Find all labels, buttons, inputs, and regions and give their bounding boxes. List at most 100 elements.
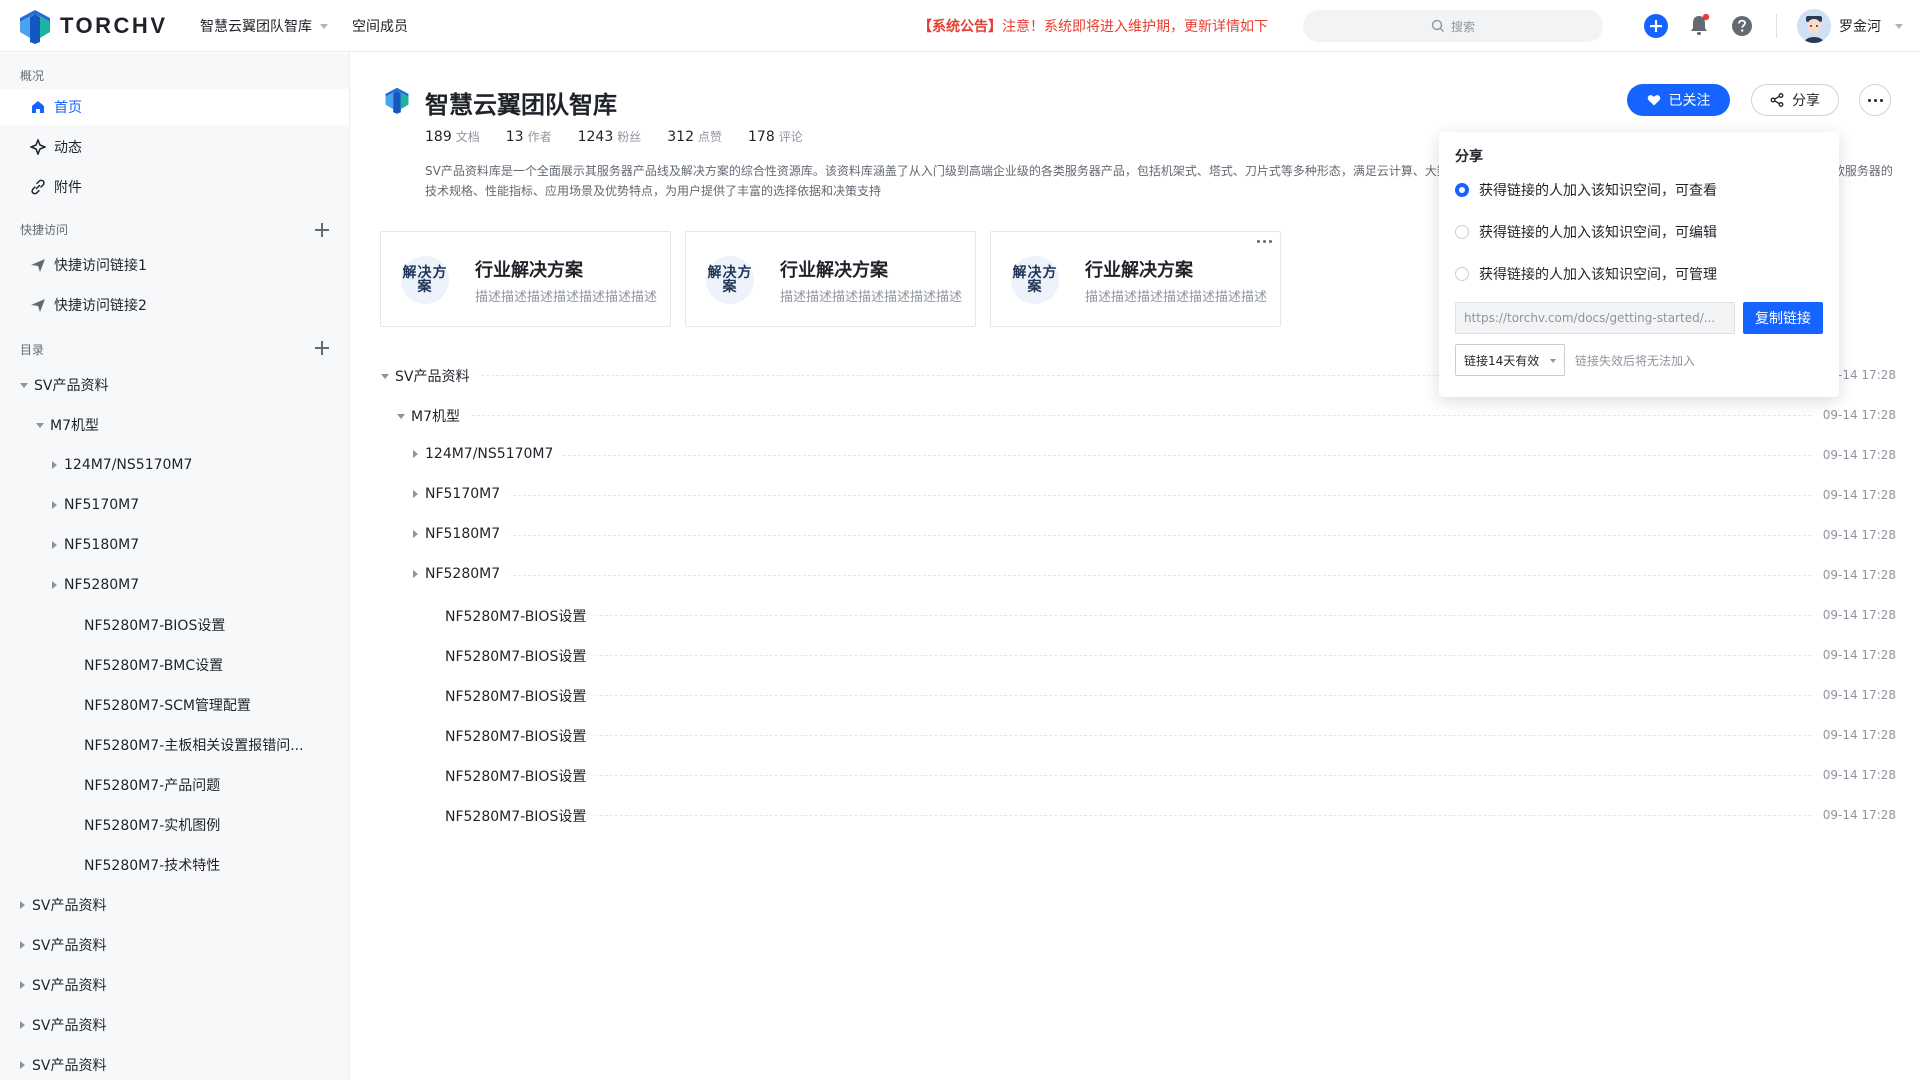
tree-item[interactable]: NF5280M7-BMC设置 — [84, 650, 223, 680]
caret-right-icon[interactable] — [20, 1021, 25, 1029]
sidebar-item-attachments[interactable]: 附件 — [0, 169, 349, 205]
space-members-link[interactable]: 空间成员 — [352, 0, 408, 52]
quick-link-item[interactable]: 快捷访问链接2 — [0, 287, 349, 323]
add-icon[interactable] — [1643, 13, 1669, 39]
search-input[interactable]: 搜索 — [1303, 10, 1603, 42]
copy-link-button[interactable]: 复制链接 — [1743, 302, 1823, 334]
row-divider — [445, 615, 1896, 616]
help-icon[interactable] — [1729, 13, 1755, 39]
solution-card[interactable]: 解决方案 行业解决方案 描述描述描述描述描述描述描述 — [380, 231, 671, 327]
radio-unchecked-icon[interactable] — [1455, 225, 1469, 239]
caret-right-icon[interactable] — [20, 941, 25, 949]
tree-item[interactable]: NF5170M7 — [52, 490, 139, 520]
caret-right-icon[interactable] — [52, 541, 57, 549]
document-date: 09-14 17:28 — [1812, 608, 1896, 622]
torchv-logo-icon — [20, 10, 50, 44]
caret-right-icon[interactable] — [52, 581, 57, 589]
tree-item[interactable]: NF5280M7-实机图例 — [84, 810, 220, 840]
share-option-edit[interactable]: 获得链接的人加入该知识空间，可编辑 — [1455, 221, 1717, 243]
document-row[interactable]: NF5180M7 09-14 17:28 — [351, 520, 1896, 550]
avatar[interactable] — [1797, 9, 1831, 43]
system-announcement[interactable]: 【系统公告】 注意！系统即将进入维护期，更新详情如下 — [918, 0, 1268, 52]
caret-down-icon[interactable] — [36, 422, 44, 428]
caret-right-icon[interactable] — [52, 501, 57, 509]
solution-card[interactable]: 解决方案 行业解决方案 描述描述描述描述描述描述描述 — [685, 231, 976, 327]
more-options-button[interactable] — [1859, 84, 1891, 116]
tree-item[interactable]: NF5280M7-主板相关设置报错问... — [84, 730, 304, 760]
notification-bell-icon[interactable] — [1686, 13, 1712, 39]
add-quick-link-button[interactable] — [312, 220, 332, 240]
caret-down-icon[interactable] — [397, 413, 405, 419]
chevron-down-icon[interactable] — [1895, 24, 1903, 29]
document-row[interactable]: NF5280M7 09-14 17:28 — [351, 560, 1896, 590]
caret-right-icon[interactable] — [20, 981, 25, 989]
sidebar-item-activity[interactable]: 动态 — [0, 129, 349, 165]
radio-checked-icon[interactable] — [1455, 183, 1469, 197]
tree-item[interactable]: NF5280M7 — [52, 570, 139, 600]
document-name[interactable]: NF5280M7-BIOS设置 — [445, 806, 597, 826]
logo[interactable]: TORCHV — [18, 8, 168, 44]
document-row[interactable]: M7机型 09-14 17:28 — [351, 400, 1896, 430]
document-row[interactable]: NF5280M7-BIOS设置 09-14 17:28 — [351, 640, 1896, 670]
tree-item[interactable]: SV产品资料 — [20, 930, 106, 960]
tree-item[interactable]: SV产品资料 — [20, 370, 108, 400]
tree-item-label: NF5280M7-主板相关设置报错问... — [84, 738, 304, 754]
sidebar-item-home[interactable]: 首页 — [0, 89, 349, 125]
document-row[interactable]: NF5170M7 09-14 17:28 — [351, 480, 1896, 510]
share-option-manage[interactable]: 获得链接的人加入该知识空间，可管理 — [1455, 263, 1717, 285]
document-name[interactable]: NF5280M7-BIOS设置 — [445, 726, 597, 746]
username[interactable]: 罗金河 — [1839, 0, 1881, 52]
card-more-icon[interactable] — [1257, 240, 1272, 243]
document-name[interactable]: SV产品资料 — [381, 366, 480, 386]
document-row[interactable]: NF5280M7-BIOS设置 09-14 17:28 — [351, 680, 1896, 710]
document-row[interactable]: NF5280M7-BIOS设置 09-14 17:28 — [351, 720, 1896, 750]
add-catalog-button[interactable] — [312, 338, 332, 358]
caret-down-icon[interactable] — [20, 382, 28, 388]
share-link-field[interactable]: https://torchv.com/docs/getting-started/… — [1455, 302, 1735, 334]
caret-down-icon[interactable] — [381, 373, 389, 379]
document-name[interactable]: NF5280M7-BIOS设置 — [445, 686, 597, 706]
caret-right-icon[interactable] — [20, 1061, 25, 1069]
document-name[interactable]: NF5280M7-BIOS设置 — [445, 766, 597, 786]
tree-item[interactable]: NF5280M7-产品问题 — [84, 770, 220, 800]
document-title: NF5280M7 — [425, 566, 501, 582]
document-date: 09-14 17:28 — [1812, 808, 1896, 822]
link-expiry-select[interactable]: 链接14天有效 — [1455, 344, 1565, 376]
space-switcher[interactable]: 智慧云翼团队智库 — [200, 0, 328, 52]
document-name[interactable]: NF5280M7-BIOS设置 — [445, 646, 597, 666]
document-name[interactable]: NF5180M7 — [413, 526, 511, 542]
tree-item[interactable]: NF5280M7-BIOS设置 — [84, 610, 225, 640]
tree-item[interactable]: SV产品资料 — [20, 1010, 106, 1040]
tree-item[interactable]: SV产品资料 — [20, 890, 106, 920]
document-row[interactable]: NF5280M7-BIOS设置 09-14 17:28 — [351, 800, 1896, 830]
document-name[interactable]: M7机型 — [397, 406, 470, 426]
document-name[interactable]: NF5280M7-BIOS设置 — [445, 606, 597, 626]
document-row[interactable]: NF5280M7-BIOS设置 09-14 17:28 — [351, 760, 1896, 790]
tree-item[interactable]: NF5180M7 — [52, 530, 139, 560]
share-option-view[interactable]: 获得链接的人加入该知识空间，可查看 — [1455, 179, 1717, 201]
caret-right-icon[interactable] — [413, 490, 418, 498]
caret-right-icon[interactable] — [413, 530, 418, 538]
document-row[interactable]: 124M7/NS5170M7 09-14 17:28 — [351, 440, 1896, 470]
document-name[interactable]: NF5280M7 — [413, 566, 511, 582]
document-name[interactable]: 124M7/NS5170M7 — [413, 446, 564, 462]
quick-link-item[interactable]: 快捷访问链接1 — [0, 247, 349, 283]
follow-button[interactable]: 已关注 — [1627, 84, 1730, 116]
tree-item[interactable]: SV产品资料 — [20, 970, 106, 1000]
caret-right-icon[interactable] — [52, 461, 57, 469]
document-name[interactable]: NF5170M7 — [413, 486, 511, 502]
tree-item[interactable]: 124M7/NS5170M7 — [52, 450, 192, 480]
solution-card[interactable]: 解决方案 行业解决方案 描述描述描述描述描述描述描述 — [990, 231, 1281, 327]
document-row[interactable]: NF5280M7-BIOS设置 09-14 17:28 — [351, 600, 1896, 630]
tree-item[interactable]: SV产品资料 — [20, 1050, 106, 1080]
caret-right-icon[interactable] — [413, 450, 418, 458]
radio-unchecked-icon[interactable] — [1455, 267, 1469, 281]
expiry-note: 链接失效后将无法加入 — [1575, 354, 1696, 368]
tree-item[interactable]: NF5280M7-SCM管理配置 — [84, 690, 251, 720]
caret-right-icon[interactable] — [413, 570, 418, 578]
stat-number: 312 — [667, 129, 694, 145]
tree-item[interactable]: NF5280M7-技术特性 — [84, 850, 220, 880]
caret-right-icon[interactable] — [20, 901, 25, 909]
share-button[interactable]: 分享 — [1751, 84, 1839, 116]
tree-item[interactable]: M7机型 — [36, 410, 99, 440]
